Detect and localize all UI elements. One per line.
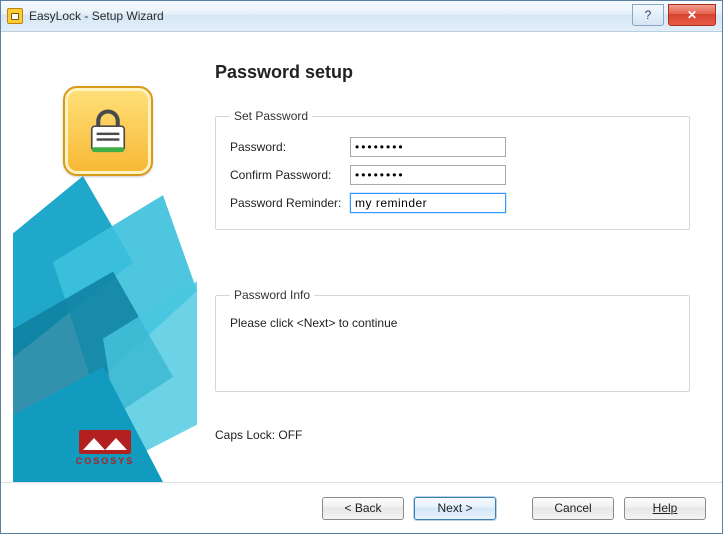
set-password-legend: Set Password	[230, 109, 312, 123]
app-icon	[7, 8, 23, 24]
password-reminder-label: Password Reminder:	[230, 196, 342, 210]
password-reminder-input[interactable]	[350, 193, 506, 213]
page-title: Password setup	[215, 62, 690, 83]
help-button[interactable]: Help	[624, 497, 706, 520]
password-info-message: Please click <Next> to continue	[230, 316, 397, 330]
brand-name: COSOSYS	[76, 456, 135, 466]
brand: COSOSYS	[13, 430, 197, 466]
back-button[interactable]: < Back	[322, 497, 404, 520]
confirm-password-input[interactable]	[350, 165, 506, 185]
confirm-password-label: Confirm Password:	[230, 168, 342, 182]
password-label: Password:	[230, 140, 342, 154]
caps-lock-status: Caps Lock: OFF	[215, 428, 690, 442]
titlebar-close-button[interactable]: ✕	[668, 4, 716, 26]
lock-icon	[63, 86, 153, 176]
setup-wizard-window: EasyLock - Setup Wizard ? ✕	[0, 0, 723, 534]
titlebar-help-button[interactable]: ?	[632, 4, 664, 26]
close-icon: ✕	[687, 8, 697, 22]
window-title: EasyLock - Setup Wizard	[29, 9, 164, 23]
wizard-banner: COSOSYS	[13, 46, 197, 482]
brand-logo-icon	[79, 430, 131, 454]
wizard-buttons: < Back Next > Cancel Help	[1, 483, 722, 533]
password-info-group: Password Info Please click <Next> to con…	[215, 288, 690, 392]
help-icon: ?	[645, 8, 652, 22]
next-button[interactable]: Next >	[414, 497, 496, 520]
set-password-group: Set Password Password: Confirm Password:…	[215, 109, 690, 230]
password-input[interactable]	[350, 137, 506, 157]
titlebar: EasyLock - Setup Wizard ? ✕	[1, 1, 722, 32]
wizard-page: Password setup Set Password Password: Co…	[197, 46, 710, 482]
password-info-legend: Password Info	[230, 288, 314, 302]
cancel-button[interactable]: Cancel	[532, 497, 614, 520]
